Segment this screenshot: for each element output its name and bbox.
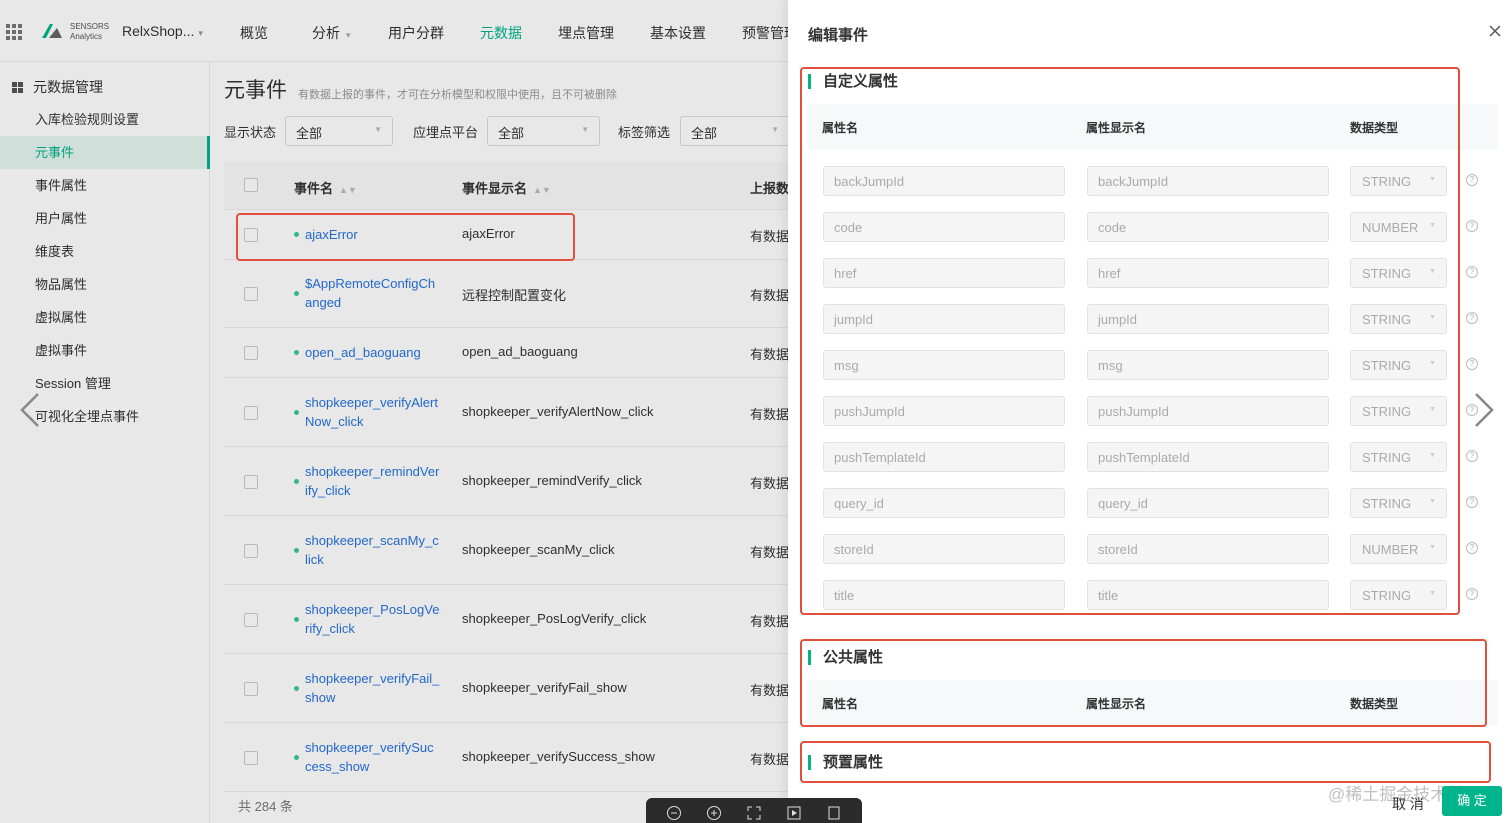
help-icon[interactable]: ?: [1466, 266, 1478, 278]
help-icon[interactable]: ?: [1466, 588, 1478, 600]
help-icon[interactable]: ?: [1466, 220, 1478, 232]
close-icon[interactable]: [1488, 24, 1502, 38]
play-button[interactable]: [784, 803, 804, 823]
highlight-box-ajaxerror-row: [236, 213, 575, 261]
app-root: SENSORS Analytics RelxShop... ▾ 概览 分析 ▾ 用户分…: [0, 0, 1512, 823]
highlight-box-public-props: [800, 639, 1487, 727]
zoom-out-icon: [667, 806, 681, 820]
zoom-in-icon: [707, 806, 721, 820]
zoom-out-button[interactable]: [664, 803, 684, 823]
help-icon[interactable]: ?: [1466, 450, 1478, 462]
help-icon[interactable]: ?: [1466, 542, 1478, 554]
confirm-button[interactable]: 确 定: [1442, 786, 1502, 816]
play-icon: [787, 806, 801, 820]
highlight-box-preset-props: [800, 741, 1491, 783]
highlight-box-custom-props: [800, 67, 1460, 615]
drawer-title: 编辑事件: [808, 27, 869, 44]
help-icon[interactable]: ?: [1466, 312, 1478, 324]
viewer-toolbar: [646, 798, 862, 823]
fullscreen-button[interactable]: [744, 803, 764, 823]
cancel-button[interactable]: 取 消: [1392, 794, 1424, 814]
help-icon[interactable]: ?: [1466, 496, 1478, 508]
fullscreen-icon: [747, 806, 761, 820]
fit-button[interactable]: [824, 803, 844, 823]
fit-icon: [828, 806, 840, 820]
help-icon[interactable]: ?: [1466, 358, 1478, 370]
zoom-in-button[interactable]: [704, 803, 724, 823]
help-icon[interactable]: ?: [1466, 174, 1478, 186]
chevron-right-icon[interactable]: [1468, 390, 1498, 430]
modal-backdrop[interactable]: [0, 0, 788, 823]
chevron-left-icon[interactable]: [16, 390, 46, 430]
